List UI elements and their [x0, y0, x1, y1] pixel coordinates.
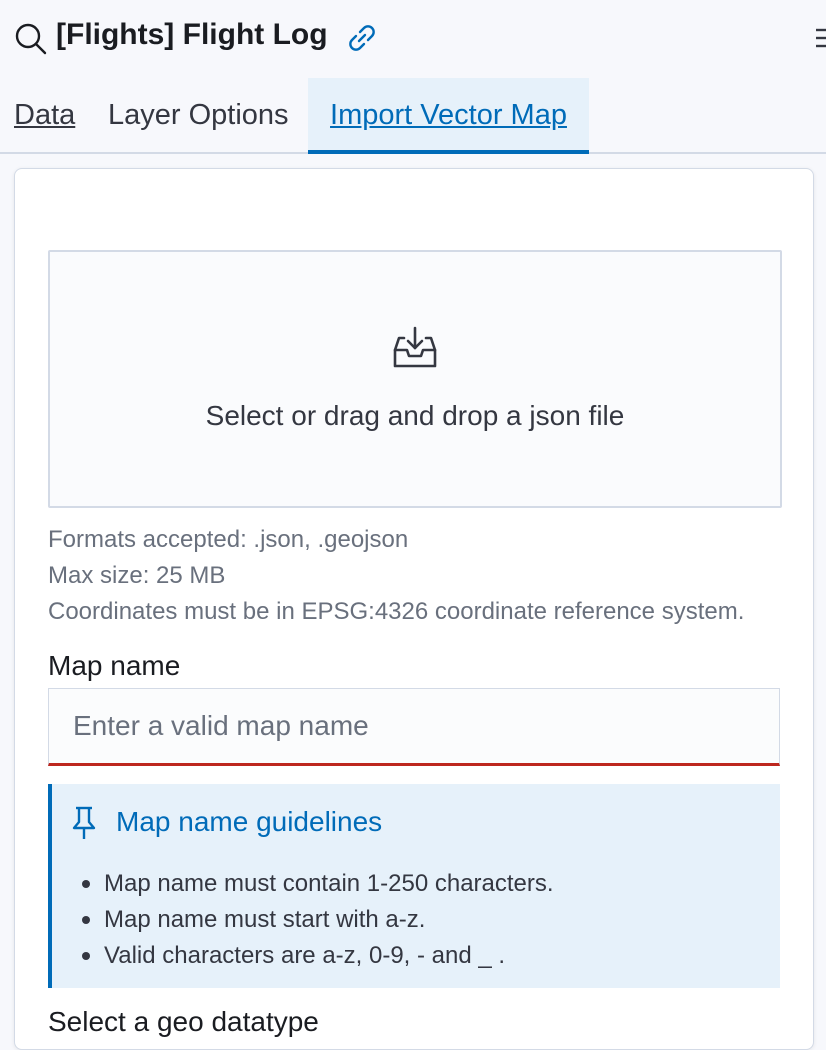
map-name-input[interactable] — [48, 688, 780, 766]
menu-icon[interactable] — [816, 27, 826, 49]
tab-import-vector-map[interactable]: Import Vector Map — [308, 78, 589, 154]
upload-icon — [393, 326, 437, 368]
pin-icon — [72, 806, 96, 839]
guideline-item: Map name must start with a-z. — [82, 902, 554, 938]
link-icon[interactable] — [346, 22, 378, 54]
page-title: [Flights] Flight Log — [56, 18, 328, 51]
search-icon[interactable] — [14, 22, 48, 56]
coordinates-help-text: Coordinates must be in EPSG:4326 coordin… — [48, 598, 745, 625]
formats-help-text: Formats accepted: .json, .geojson — [48, 526, 409, 553]
tab-bar: Data Layer Options Import Vector Map — [0, 78, 826, 154]
geo-datatype-label: Select a geo datatype — [48, 1006, 319, 1037]
dropzone-prompt: Select or drag and drop a json file — [205, 400, 625, 431]
guideline-item: Valid characters are a-z, 0-9, - and _ . — [82, 938, 554, 974]
map-name-label: Map name — [48, 650, 181, 681]
guideline-item: Map name must contain 1-250 characters. — [82, 866, 554, 902]
guidelines-title: Map name guidelines — [116, 806, 383, 837]
tab-data[interactable]: Data — [14, 78, 75, 152]
tab-layer-options[interactable]: Layer Options — [108, 78, 289, 152]
guidelines-list: Map name must contain 1-250 characters. … — [82, 866, 554, 974]
max-size-help-text: Max size: 25 MB — [48, 562, 226, 589]
file-dropzone[interactable] — [48, 250, 782, 508]
header: [Flights] Flight Log — [0, 0, 826, 78]
